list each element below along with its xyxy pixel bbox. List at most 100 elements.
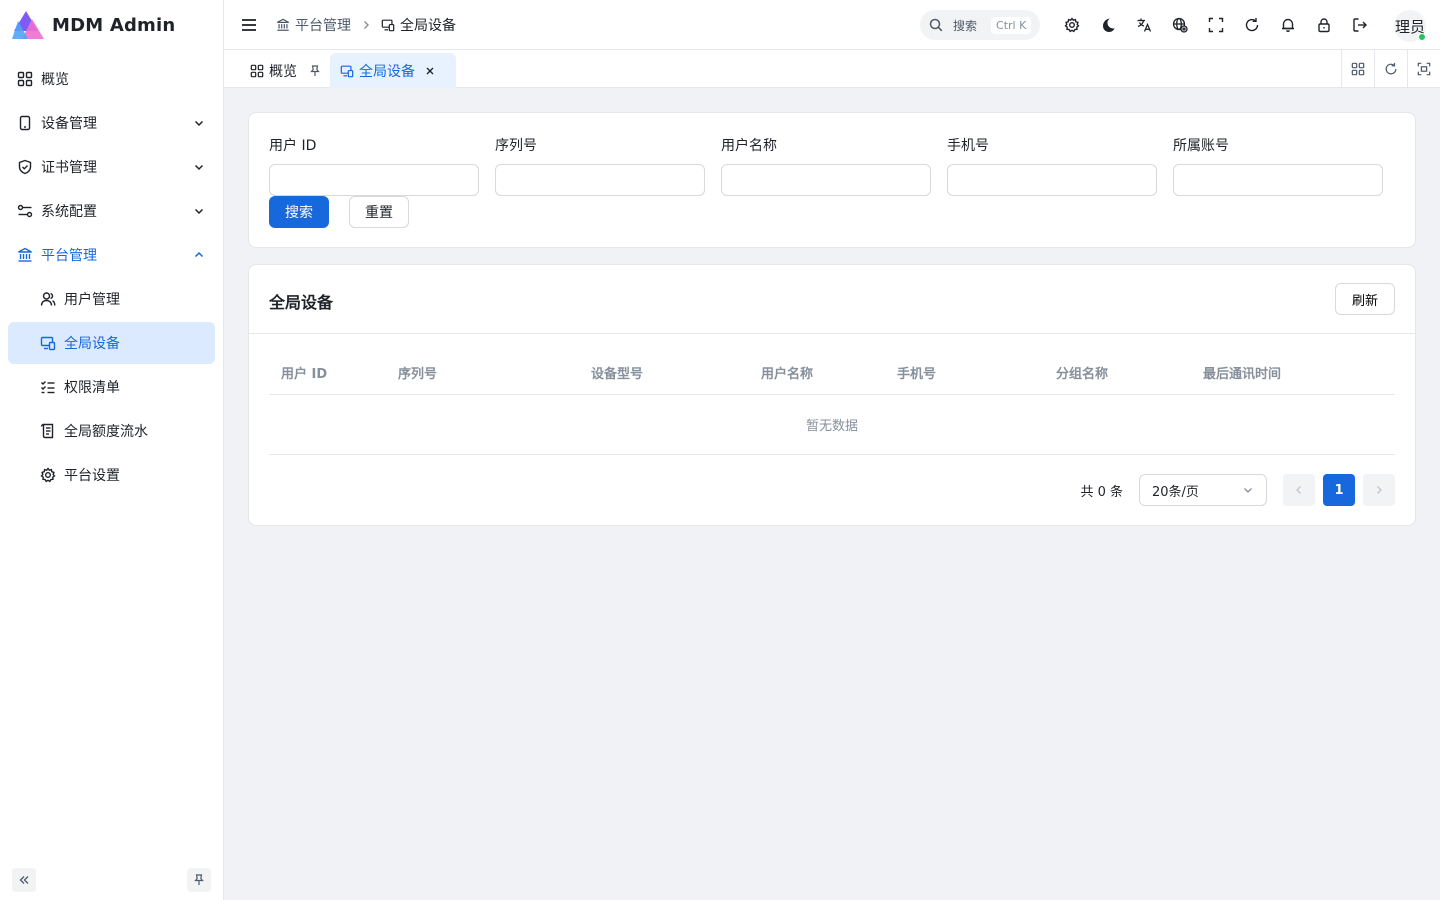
chevron-left-icon <box>1294 485 1304 495</box>
phone-input[interactable] <box>947 164 1157 196</box>
settings-sliders-icon <box>17 203 33 219</box>
sidebar-item-platform-settings[interactable]: 平台设置 <box>8 454 215 496</box>
field-label: 所属账号 <box>1173 138 1229 154</box>
search-label: 搜索 <box>953 18 978 33</box>
tab-refresh-icon[interactable] <box>1374 50 1407 87</box>
menu-item-platform-management[interactable]: 平台管理 <box>8 234 215 276</box>
menu-label: 证书管理 <box>41 160 97 176</box>
preferences-gear-icon[interactable] <box>1062 15 1082 35</box>
pin-sidebar-button[interactable] <box>187 868 211 892</box>
sidebar-item-user-management[interactable]: 用户管理 <box>8 278 215 320</box>
menu-item-overview[interactable]: 概览 <box>8 58 215 100</box>
sidebar-item-permission-list[interactable]: 权限清单 <box>8 366 215 408</box>
menu-item-certificate-management[interactable]: 证书管理 <box>8 146 215 188</box>
online-status-dot <box>1418 33 1426 41</box>
menu-item-system-config[interactable]: 系统配置 <box>8 190 215 232</box>
tab-label: 概览 <box>269 63 297 80</box>
tab-overview[interactable]: 概览 <box>240 53 331 88</box>
refresh-button[interactable]: 刷新 <box>1335 283 1395 315</box>
menu-label: 用户管理 <box>64 292 120 308</box>
breadcrumb-item-current: 全局设备 <box>400 17 456 34</box>
tab-global-devices[interactable]: 全局设备 <box>330 53 456 88</box>
filter-user-id: 用户 ID <box>269 135 479 196</box>
serial-number-input[interactable] <box>495 164 705 196</box>
tab-grid-icon[interactable] <box>1341 50 1374 87</box>
dark-mode-moon-icon[interactable] <box>1098 15 1118 35</box>
column-header[interactable]: 手机号 <box>897 355 936 395</box>
menu-label: 全局额度流水 <box>64 424 148 440</box>
user-name-input[interactable] <box>721 164 931 196</box>
table-title: 全局设备 <box>269 293 334 312</box>
collapse-sidebar-button[interactable] <box>12 868 36 892</box>
column-header[interactable]: 设备型号 <box>591 355 643 395</box>
field-label: 用户 ID <box>269 138 317 154</box>
bank-icon <box>17 247 33 263</box>
sidebar-item-global-devices[interactable]: 全局设备 <box>8 322 215 364</box>
filter-account: 所属账号 <box>1173 135 1383 196</box>
chevron-down-icon <box>193 205 205 217</box>
page-number-button[interactable]: 1 <box>1323 474 1355 506</box>
bank-icon <box>276 18 290 32</box>
lock-icon[interactable] <box>1314 15 1334 35</box>
fullscreen-icon[interactable] <box>1206 15 1226 35</box>
app-name: MDM Admin <box>52 14 176 36</box>
globe-theme-icon[interactable] <box>1170 15 1190 35</box>
filter-user-name: 用户名称 <box>721 135 931 196</box>
search-button[interactable]: 搜索 <box>269 196 329 228</box>
user-id-input[interactable] <box>269 164 479 196</box>
logout-icon[interactable] <box>1350 15 1370 35</box>
column-header[interactable]: 序列号 <box>398 355 437 395</box>
breadcrumb: 平台管理 全局设备 <box>276 15 456 35</box>
main-menu: 概览 设备管理 证书管理 系统配置 平台管理 用户管理 全局设备 权限清单 全局… <box>0 50 223 496</box>
translate-icon[interactable] <box>1134 15 1154 35</box>
menu-item-device-management[interactable]: 设备管理 <box>8 102 215 144</box>
tab-bar: 概览 全局设备 <box>224 50 1440 88</box>
menu-label: 概览 <box>41 72 69 88</box>
table-header: 用户 ID 序列号 设备型号 用户名称 手机号 分组名称 最后通讯时间 <box>269 355 1395 395</box>
dashboard-icon <box>250 64 264 78</box>
prev-page-button[interactable] <box>1283 474 1315 506</box>
devices-icon <box>340 64 354 78</box>
sidebar-item-quota-ledger[interactable]: 全局额度流水 <box>8 410 215 452</box>
menu-label: 全局设备 <box>64 336 120 352</box>
shield-icon <box>17 159 33 175</box>
close-icon[interactable] <box>425 66 435 76</box>
pin-icon <box>193 874 205 886</box>
page-size-select[interactable]: 20条/页 <box>1139 474 1267 506</box>
menu-label: 平台管理 <box>41 248 97 264</box>
pagination: 共 0 条 20条/页 1 <box>1080 474 1395 506</box>
gear-icon <box>40 467 56 483</box>
search-shortcut: Ctrl K <box>991 16 1032 34</box>
divider <box>249 333 1415 334</box>
column-header[interactable]: 最后通讯时间 <box>1203 355 1281 395</box>
account-input[interactable] <box>1173 164 1383 196</box>
global-search[interactable]: 搜索 Ctrl K <box>920 10 1040 40</box>
chevron-right-icon <box>1374 485 1384 495</box>
tab-maximize-icon[interactable] <box>1407 50 1440 87</box>
reset-button[interactable]: 重置 <box>349 196 409 228</box>
dashboard-icon <box>17 71 33 87</box>
checklist-icon <box>40 379 56 395</box>
chevron-right-icon <box>361 20 371 30</box>
filter-phone: 手机号 <box>947 135 1157 196</box>
column-header[interactable]: 用户 ID <box>281 355 327 395</box>
total-count: 共 0 条 <box>1080 484 1123 500</box>
tab-tools <box>1341 50 1440 87</box>
breadcrumb-item-platform[interactable]: 平台管理 <box>295 15 351 35</box>
refresh-icon[interactable] <box>1242 15 1262 35</box>
tab-label: 全局设备 <box>359 63 415 80</box>
devices-table-card: 全局设备 刷新 用户 ID 序列号 设备型号 用户名称 手机号 分组名称 最后通… <box>248 264 1416 526</box>
bell-icon[interactable] <box>1278 15 1298 35</box>
menu-label: 设备管理 <box>41 116 97 132</box>
column-header[interactable]: 分组名称 <box>1056 355 1108 395</box>
chevron-up-icon <box>193 249 205 261</box>
column-header[interactable]: 用户名称 <box>761 355 813 395</box>
next-page-button[interactable] <box>1363 474 1395 506</box>
double-chevron-left-icon <box>18 874 30 886</box>
pin-icon[interactable] <box>309 64 321 77</box>
avatar[interactable]: 理员 <box>1394 10 1426 42</box>
logo-icon <box>12 11 44 39</box>
ledger-icon <box>40 423 56 439</box>
menu-toggle-icon[interactable] <box>240 16 258 34</box>
devices-icon <box>381 18 395 32</box>
